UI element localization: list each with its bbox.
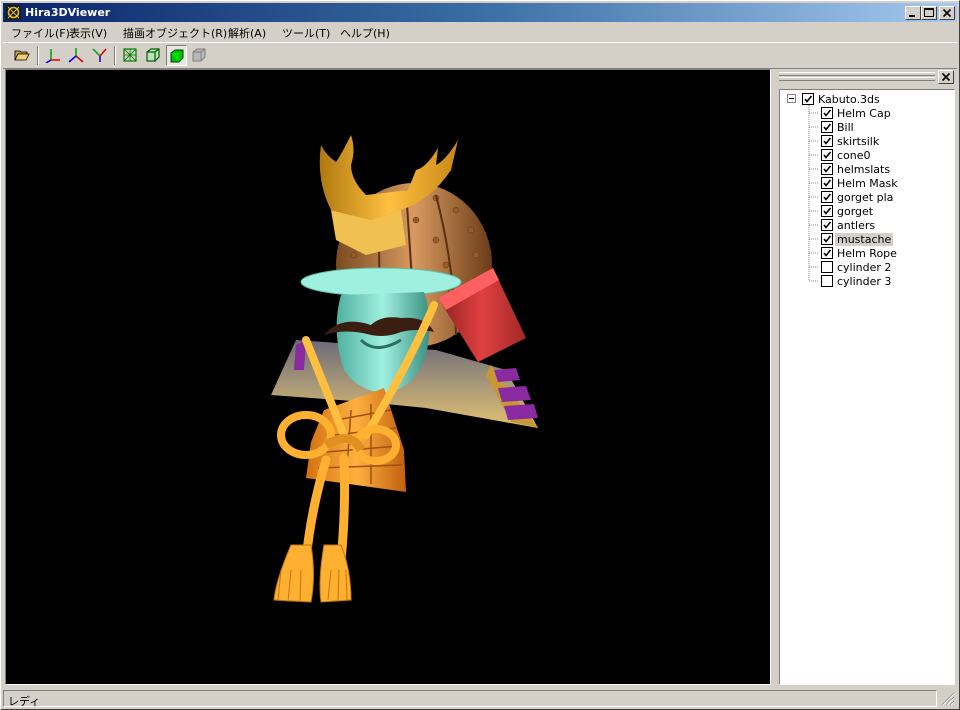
object-tree[interactable]: Kabuto.3ds Helm Cap Bill skirtsilk cone0 hel… — [779, 89, 955, 685]
texture-shading-icon — [192, 48, 206, 62]
toolbar-separator — [114, 46, 116, 65]
tree-root-label[interactable]: Kabuto.3ds — [816, 93, 882, 106]
dock-close-button[interactable] — [938, 70, 954, 84]
wireframe-icon — [123, 48, 137, 62]
tree-item-checkbox[interactable] — [821, 121, 833, 133]
tree-item-label[interactable]: gorget — [835, 205, 875, 218]
checkmark-icon — [823, 221, 832, 229]
maximize-icon — [924, 8, 934, 17]
tree-item-checkbox[interactable] — [821, 149, 833, 161]
checkmark-icon — [823, 193, 832, 201]
view-xy-button[interactable] — [43, 45, 64, 66]
menu-help[interactable]: ヘルプ(H) — [340, 25, 390, 41]
title-bar[interactable]: Hira3DViewer — [3, 3, 957, 22]
tree-item-label[interactable]: antlers — [835, 219, 877, 232]
checkmark-icon — [823, 137, 832, 145]
menu-render-object[interactable]: 描画オブジェクト(R) — [123, 25, 227, 41]
menu-tools[interactable]: ツール(T) — [282, 25, 330, 41]
axis-xy-icon — [45, 49, 60, 63]
checkmark-icon — [823, 165, 832, 173]
checkmark-icon — [823, 235, 832, 243]
open-file-button[interactable] — [12, 45, 33, 66]
tree-item-label[interactable]: Helm Cap — [835, 107, 893, 120]
maximize-button[interactable] — [921, 6, 937, 20]
axis-xz-icon — [68, 48, 84, 63]
minimize-icon — [909, 15, 915, 17]
status-bar: レディ — [3, 689, 957, 708]
axis-zy-icon — [92, 48, 107, 62]
tree-item-checkbox[interactable] — [821, 219, 833, 231]
tree-item-label[interactable]: cylinder 3 — [835, 275, 893, 288]
kabuto-helmet-model — [271, 135, 538, 603]
tree-item-checkbox[interactable] — [821, 233, 833, 245]
checkmark-icon — [823, 109, 832, 117]
tree-item-checkbox[interactable] — [821, 205, 833, 217]
tree-item-label[interactable]: Helm Mask — [835, 177, 900, 190]
status-pane: レディ — [3, 690, 937, 708]
tree-item-checkbox[interactable] — [821, 191, 833, 203]
app-window: Hira3DViewer ファイル(F) 表示(V) 描画オブジェクト(R) 解… — [0, 0, 960, 710]
tree-item-label[interactable]: Helm Rope — [835, 247, 899, 260]
menu-view[interactable]: 表示(V) — [69, 25, 107, 41]
close-button[interactable] — [939, 6, 955, 20]
dock-grip[interactable] — [779, 72, 935, 81]
tree-item-checkbox[interactable] — [821, 135, 833, 147]
tree-item-label[interactable]: mustache — [835, 233, 894, 246]
view-xz-button[interactable] — [66, 45, 87, 66]
tree-item-label[interactable]: cylinder 2 — [835, 261, 893, 274]
close-icon — [941, 72, 951, 82]
tree-item-label[interactable]: gorget pla — [835, 191, 895, 204]
checkmark-icon — [823, 207, 832, 215]
texture-shading-button[interactable] — [189, 45, 210, 66]
checkmark-icon — [823, 249, 832, 257]
tree-item-label[interactable]: skirtsilk — [835, 135, 881, 148]
hidden-line-icon — [146, 48, 160, 62]
view-zy-button[interactable] — [89, 45, 110, 66]
toolbar — [3, 42, 957, 69]
window-title: Hira3DViewer — [25, 6, 111, 19]
tree-item-checkbox[interactable] — [821, 177, 833, 189]
tree-item-checkbox[interactable] — [821, 163, 833, 175]
tree-item-checkbox[interactable] — [821, 275, 833, 287]
solid-shading-button[interactable] — [166, 45, 187, 66]
menu-bar: ファイル(F) 表示(V) 描画オブジェクト(R) 解析(A) ツール(T) ヘ… — [3, 23, 957, 41]
app-icon — [6, 5, 21, 20]
checkmark-icon — [804, 95, 813, 103]
menu-analysis[interactable]: 解析(A) — [228, 25, 266, 41]
tree-item-checkbox[interactable] — [821, 107, 833, 119]
checkmark-icon — [823, 179, 832, 187]
open-folder-icon — [14, 50, 30, 61]
hidden-line-button[interactable] — [143, 45, 164, 66]
tree-item-checkbox[interactable] — [821, 247, 833, 259]
minimize-button[interactable] — [905, 6, 921, 20]
close-icon — [942, 8, 952, 18]
3d-viewport[interactable] — [5, 69, 771, 685]
menu-file[interactable]: ファイル(F) — [11, 25, 70, 41]
tree-item-label[interactable]: Bill — [835, 121, 856, 134]
toolbar-separator — [37, 46, 39, 65]
solid-shading-icon — [170, 49, 184, 63]
checkmark-icon — [823, 123, 832, 131]
tree-connector-lines — [808, 105, 819, 282]
tree-item-checkbox[interactable] — [821, 261, 833, 273]
wireframe-button[interactable] — [120, 45, 141, 66]
tree-root-checkbox[interactable] — [802, 93, 814, 105]
resize-grip-icon[interactable] — [941, 692, 955, 706]
tree-expander-collapse[interactable] — [787, 94, 796, 103]
tree-item-label[interactable]: helmslats — [835, 163, 892, 176]
panel-splitter[interactable] — [772, 69, 776, 685]
checkmark-icon — [823, 151, 832, 159]
tree-item-label[interactable]: cone0 — [835, 149, 873, 162]
status-text: レディ — [8, 695, 41, 708]
